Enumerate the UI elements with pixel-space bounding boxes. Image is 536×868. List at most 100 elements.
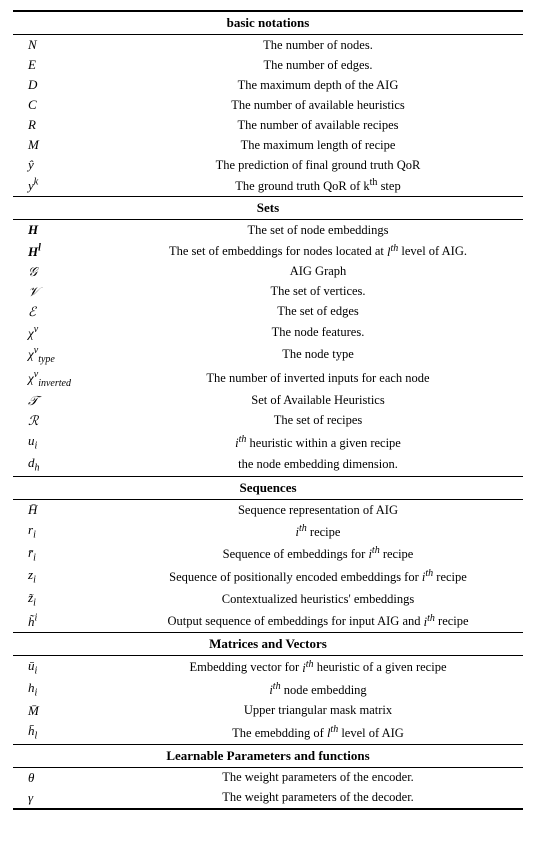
description-cell: The set of recipes [113,411,523,431]
description-cell: The prediction of final ground truth QoR [113,155,523,175]
description-cell: The number of available heuristics [113,95,523,115]
symbol-cell: ūi [13,655,113,678]
symbol-cell: 𝒯 [13,391,113,411]
table-row: uiith heuristic within a given recipe [13,431,523,454]
description-cell: The maximum length of recipe [113,135,523,155]
symbol-cell: H̄ [13,500,113,521]
symbol-cell: ℰ [13,302,113,322]
description-cell: The weight parameters of the encoder. [113,767,523,788]
description-cell: The set of embeddings for nodes located … [113,240,523,261]
description-cell: AIG Graph [113,262,523,282]
description-cell: the node embedding dimension. [113,453,523,476]
table-row: r̄iSequence of embeddings for ith recipe [13,543,523,566]
symbol-cell: Hl [13,240,113,261]
symbol-cell: 𝒢 [13,262,113,282]
symbol-cell: χv [13,322,113,343]
symbol-cell: C [13,95,113,115]
description-cell: Sequence representation of AIG [113,500,523,521]
symbol-cell: H [13,220,113,241]
table-row: ykThe ground truth QoR of kth step [13,175,523,197]
description-cell: The ground truth QoR of kth step [113,175,523,197]
table-row: CThe number of available heuristics [13,95,523,115]
table-row: 𝒯Set of Available Heuristics [13,391,523,411]
description-cell: The set of edges [113,302,523,322]
description-cell: Embedding vector for ith heuristic of a … [113,655,523,678]
table-row: ŷThe prediction of final ground truth Qo… [13,155,523,175]
main-table: basic notationsNThe number of nodes.EThe… [13,10,523,810]
description-cell: The node features. [113,322,523,343]
symbol-cell: E [13,55,113,75]
symbol-cell: yk [13,175,113,197]
description-cell: Set of Available Heuristics [113,391,523,411]
description-cell: ith recipe [113,520,523,543]
description-cell: Upper triangular mask matrix [113,701,523,721]
table-row: ℛThe set of recipes [13,411,523,431]
description-cell: Contextualized heuristics' embeddings [113,588,523,611]
table-row: NThe number of nodes. [13,35,523,56]
table-row: DThe maximum depth of the AIG [13,75,523,95]
table-row: H̄Sequence representation of AIG [13,500,523,521]
description-cell: The set of vertices. [113,282,523,302]
symbol-cell: ui [13,431,113,454]
symbol-cell: γ [13,788,113,809]
description-cell: The set of node embeddings [113,220,523,241]
table-row: MThe maximum length of recipe [13,135,523,155]
table-row: EThe number of edges. [13,55,523,75]
section-header-3: Matrices and Vectors [13,632,523,655]
symbol-cell: χvinverted [13,367,113,391]
symbol-cell: r̄i [13,543,113,566]
description-cell: Sequence of positionally encoded embeddi… [113,565,523,588]
description-cell: ith heuristic within a given recipe [113,431,523,454]
table-row: M̄Upper triangular mask matrix [13,701,523,721]
symbol-cell: M [13,135,113,155]
symbol-cell: ri [13,520,113,543]
table-row: χvinvertedThe number of inverted inputs … [13,367,523,391]
table-row: z̃iContextualized heuristics' embeddings [13,588,523,611]
symbol-cell: ℛ [13,411,113,431]
table-row: 𝒢AIG Graph [13,262,523,282]
description-cell: The weight parameters of the decoder. [113,788,523,809]
symbol-cell: z̃i [13,588,113,611]
section-header-1: Sets [13,197,523,220]
description-cell: The number of inverted inputs for each n… [113,367,523,391]
section-header-2: Sequences [13,477,523,500]
description-cell: The number of nodes. [113,35,523,56]
symbol-cell: h̃i [13,610,113,632]
symbol-cell: M̄ [13,701,113,721]
description-cell: The number of available recipes [113,115,523,135]
section-header-0: basic notations [13,11,523,35]
table-row: h̃iOutput sequence of embeddings for inp… [13,610,523,632]
description-cell: The node type [113,343,523,367]
table-row: riith recipe [13,520,523,543]
description-cell: The emebdding of lth level of AIG [113,721,523,744]
description-cell: The maximum depth of the AIG [113,75,523,95]
table-row: χvThe node features. [13,322,523,343]
description-cell: ith node embedding [113,678,523,701]
symbol-cell: R [13,115,113,135]
section-header-4: Learnable Parameters and functions [13,744,523,767]
description-cell: The number of edges. [113,55,523,75]
table-row: ℰThe set of edges [13,302,523,322]
symbol-cell: ŷ [13,155,113,175]
table-row: ūiEmbedding vector for ith heuristic of … [13,655,523,678]
table-row: ziSequence of positionally encoded embed… [13,565,523,588]
table-row: χvtypeThe node type [13,343,523,367]
table-row: γThe weight parameters of the decoder. [13,788,523,809]
symbol-cell: hi [13,678,113,701]
description-cell: Output sequence of embeddings for input … [113,610,523,632]
symbol-cell: zi [13,565,113,588]
symbol-cell: N [13,35,113,56]
symbol-cell: χvtype [13,343,113,367]
table-row: HThe set of node embeddings [13,220,523,241]
symbol-cell: h̄l [13,721,113,744]
table-row: RThe number of available recipes [13,115,523,135]
table-row: h̄lThe emebdding of lth level of AIG [13,721,523,744]
symbol-cell: dh [13,453,113,476]
symbol-cell: 𝒱 [13,282,113,302]
description-cell: Sequence of embeddings for ith recipe [113,543,523,566]
table-row: dhthe node embedding dimension. [13,453,523,476]
table-row: HlThe set of embeddings for nodes locate… [13,240,523,261]
table-row: 𝒱The set of vertices. [13,282,523,302]
symbol-cell: D [13,75,113,95]
table-row: θThe weight parameters of the encoder. [13,767,523,788]
